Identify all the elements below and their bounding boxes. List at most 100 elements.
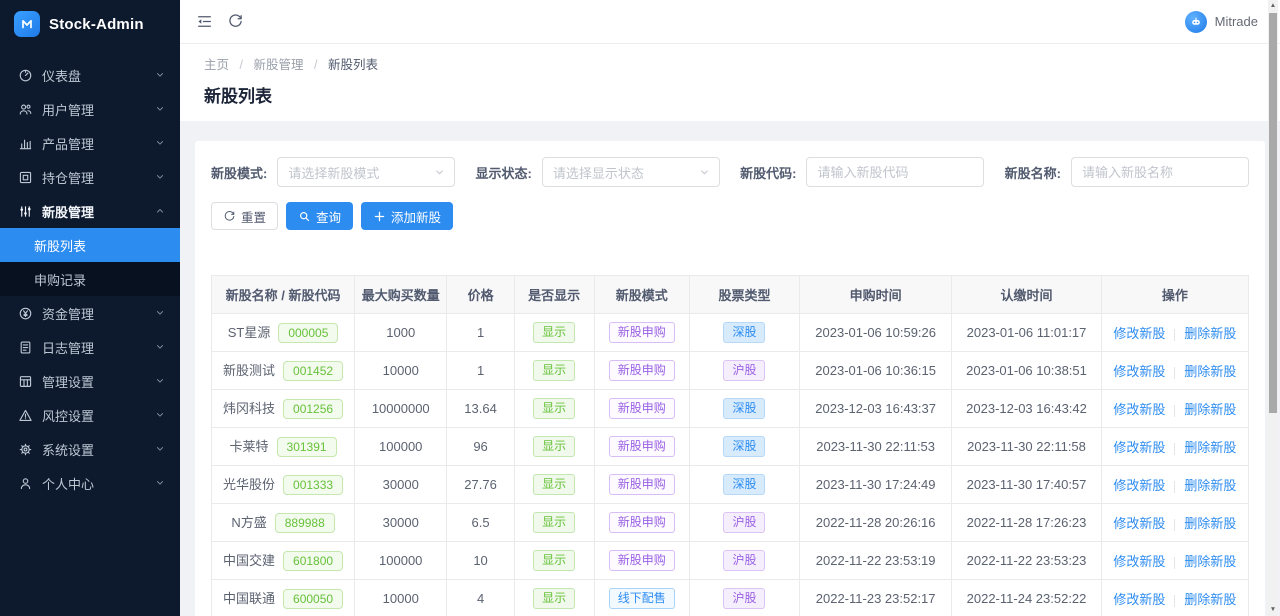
username: Mitrade bbox=[1215, 14, 1258, 29]
ipo-mode-tag: 新股申购 bbox=[609, 550, 675, 571]
delete-stock-link[interactable]: 删除新股 bbox=[1184, 364, 1236, 379]
breadcrumb-home[interactable]: 主页 bbox=[204, 58, 229, 72]
column-header: 股票类型 bbox=[690, 276, 800, 314]
price-cell: 4 bbox=[447, 580, 514, 616]
search-button[interactable]: 查询 bbox=[286, 202, 353, 230]
sidebar-item-6[interactable]: 日志管理 bbox=[0, 330, 180, 364]
delete-stock-link[interactable]: 删除新股 bbox=[1184, 516, 1236, 531]
sidebar-item-3[interactable]: 持仓管理 bbox=[0, 160, 180, 194]
table-row: 卡莱特30139110000096显示新股申购深股2023-11-30 22:1… bbox=[212, 428, 1249, 466]
action-divider bbox=[1174, 481, 1175, 493]
chevron-down-icon bbox=[154, 69, 166, 81]
stock-name: 中国交建 bbox=[223, 553, 275, 568]
filter-name-label: 新股名称: bbox=[1005, 163, 1061, 182]
display-select[interactable]: 请选择显示状态 bbox=[542, 157, 720, 187]
scroll-down-arrow-icon[interactable]: ▼ bbox=[1268, 604, 1278, 616]
sidebar-item-10[interactable]: 个人中心 bbox=[0, 466, 180, 500]
delete-stock-link[interactable]: 删除新股 bbox=[1184, 478, 1236, 493]
name-input[interactable] bbox=[1071, 157, 1249, 187]
ipo-mode-tag: 新股申购 bbox=[609, 360, 675, 381]
reset-label: 重置 bbox=[241, 207, 266, 226]
edit-stock-link[interactable]: 修改新股 bbox=[1113, 592, 1165, 607]
stock-code-badge: 001333 bbox=[283, 475, 343, 495]
stock-type-tag: 深股 bbox=[723, 436, 765, 457]
sidebar-item-1[interactable]: 用户管理 bbox=[0, 92, 180, 126]
add-stock-button[interactable]: 添加新股 bbox=[361, 202, 453, 230]
delete-stock-link[interactable]: 删除新股 bbox=[1184, 440, 1236, 455]
pay-time-cell: 2023-01-06 10:38:51 bbox=[952, 352, 1101, 390]
table-row: 新股测试001452100001显示新股申购沪股2023-01-06 10:36… bbox=[212, 352, 1249, 390]
scroll-up-arrow-icon[interactable]: ▲ bbox=[1268, 0, 1278, 12]
pay-time-cell: 2022-11-24 23:52:22 bbox=[952, 580, 1101, 616]
system-settings-icon bbox=[18, 442, 33, 457]
refresh-icon[interactable] bbox=[227, 13, 244, 30]
chevron-down-icon bbox=[154, 103, 166, 115]
delete-stock-link[interactable]: 删除新股 bbox=[1184, 326, 1236, 341]
reset-button[interactable]: 重置 bbox=[211, 202, 278, 230]
mode-select[interactable]: 请选择新股模式 bbox=[277, 157, 455, 187]
sidebar-subitem-1[interactable]: 申购记录 bbox=[0, 262, 180, 296]
display-status-tag: 显示 bbox=[533, 512, 575, 533]
breadcrumb: 主页 / 新股管理 / 新股列表 bbox=[204, 54, 1256, 73]
delete-stock-link[interactable]: 删除新股 bbox=[1184, 402, 1236, 417]
apply-time-cell: 2022-11-22 23:53:19 bbox=[799, 542, 951, 580]
edit-stock-link[interactable]: 修改新股 bbox=[1113, 364, 1165, 379]
stock-name: 卡莱特 bbox=[230, 439, 269, 454]
edit-stock-link[interactable]: 修改新股 bbox=[1113, 478, 1165, 493]
ipo-mode-tag: 新股申购 bbox=[609, 398, 675, 419]
display-status-tag: 显示 bbox=[533, 550, 575, 571]
plus-icon bbox=[373, 210, 391, 223]
stock-code-badge: 601800 bbox=[283, 551, 343, 571]
stock-name: 炜冈科技 bbox=[223, 401, 275, 416]
table-row: 光华股份0013333000027.76显示新股申购深股2023-11-30 1… bbox=[212, 466, 1249, 504]
delete-stock-link[interactable]: 删除新股 bbox=[1184, 554, 1236, 569]
price-cell: 10 bbox=[447, 542, 514, 580]
sidebar-item-7[interactable]: 管理设置 bbox=[0, 364, 180, 398]
table-row: 中国联通600050100004显示线下配售沪股2022-11-23 23:52… bbox=[212, 580, 1249, 616]
users-icon bbox=[18, 102, 33, 117]
sidebar-item-5[interactable]: 资金管理 bbox=[0, 296, 180, 330]
stock-code-badge: 301391 bbox=[277, 437, 337, 457]
stock-code-badge: 600050 bbox=[283, 589, 343, 609]
pay-time-cell: 2022-11-22 23:53:23 bbox=[952, 542, 1101, 580]
price-cell: 6.5 bbox=[447, 504, 514, 542]
sidebar-item-8[interactable]: 风控设置 bbox=[0, 398, 180, 432]
price-cell: 1 bbox=[447, 352, 514, 390]
pay-time-cell: 2023-12-03 16:43:42 bbox=[952, 390, 1101, 428]
sidebar-item-2[interactable]: 产品管理 bbox=[0, 126, 180, 160]
sidebar-subitem-0[interactable]: 新股列表 bbox=[0, 228, 180, 262]
menu-fold-icon[interactable] bbox=[196, 13, 213, 30]
edit-stock-link[interactable]: 修改新股 bbox=[1113, 440, 1165, 455]
sidebar-item-label: 用户管理 bbox=[42, 100, 154, 119]
sidebar-item-label: 新股管理 bbox=[42, 202, 154, 221]
breadcrumb-section[interactable]: 新股管理 bbox=[253, 58, 303, 72]
stock-code-badge: 000005 bbox=[278, 323, 338, 343]
mode-select-placeholder: 请选择新股模式 bbox=[288, 163, 379, 182]
edit-stock-link[interactable]: 修改新股 bbox=[1113, 516, 1165, 531]
products-icon bbox=[18, 136, 33, 151]
logs-icon bbox=[18, 340, 33, 355]
chevron-down-icon bbox=[698, 166, 711, 179]
edit-stock-link[interactable]: 修改新股 bbox=[1113, 402, 1165, 417]
vertical-scrollbar[interactable]: ▲ ▼ bbox=[1268, 0, 1278, 616]
stock-type-tag: 沪股 bbox=[723, 550, 765, 571]
sidebar-item-9[interactable]: 系统设置 bbox=[0, 432, 180, 466]
scrollbar-thumb[interactable] bbox=[1269, 13, 1277, 413]
filter-mode: 新股模式: 请选择新股模式 bbox=[211, 157, 455, 187]
filter-name: 新股名称: bbox=[1005, 157, 1249, 187]
display-status-tag: 显示 bbox=[533, 322, 575, 343]
edit-stock-link[interactable]: 修改新股 bbox=[1113, 554, 1165, 569]
chevron-down-icon bbox=[433, 166, 446, 179]
search-label: 查询 bbox=[316, 207, 341, 226]
action-divider bbox=[1174, 367, 1175, 379]
delete-stock-link[interactable]: 删除新股 bbox=[1184, 592, 1236, 607]
sidebar-item-label: 资金管理 bbox=[42, 304, 154, 323]
sidebar-item-0[interactable]: 仪表盘 bbox=[0, 58, 180, 92]
edit-stock-link[interactable]: 修改新股 bbox=[1113, 326, 1165, 341]
max-buy-cell: 10000000 bbox=[355, 390, 447, 428]
sidebar-item-4[interactable]: 新股管理 bbox=[0, 194, 180, 228]
app-logo[interactable]: Stock-Admin bbox=[0, 0, 180, 48]
admin-settings-icon bbox=[18, 374, 33, 389]
code-input[interactable] bbox=[806, 157, 984, 187]
user-menu[interactable]: Mitrade bbox=[1185, 11, 1258, 33]
